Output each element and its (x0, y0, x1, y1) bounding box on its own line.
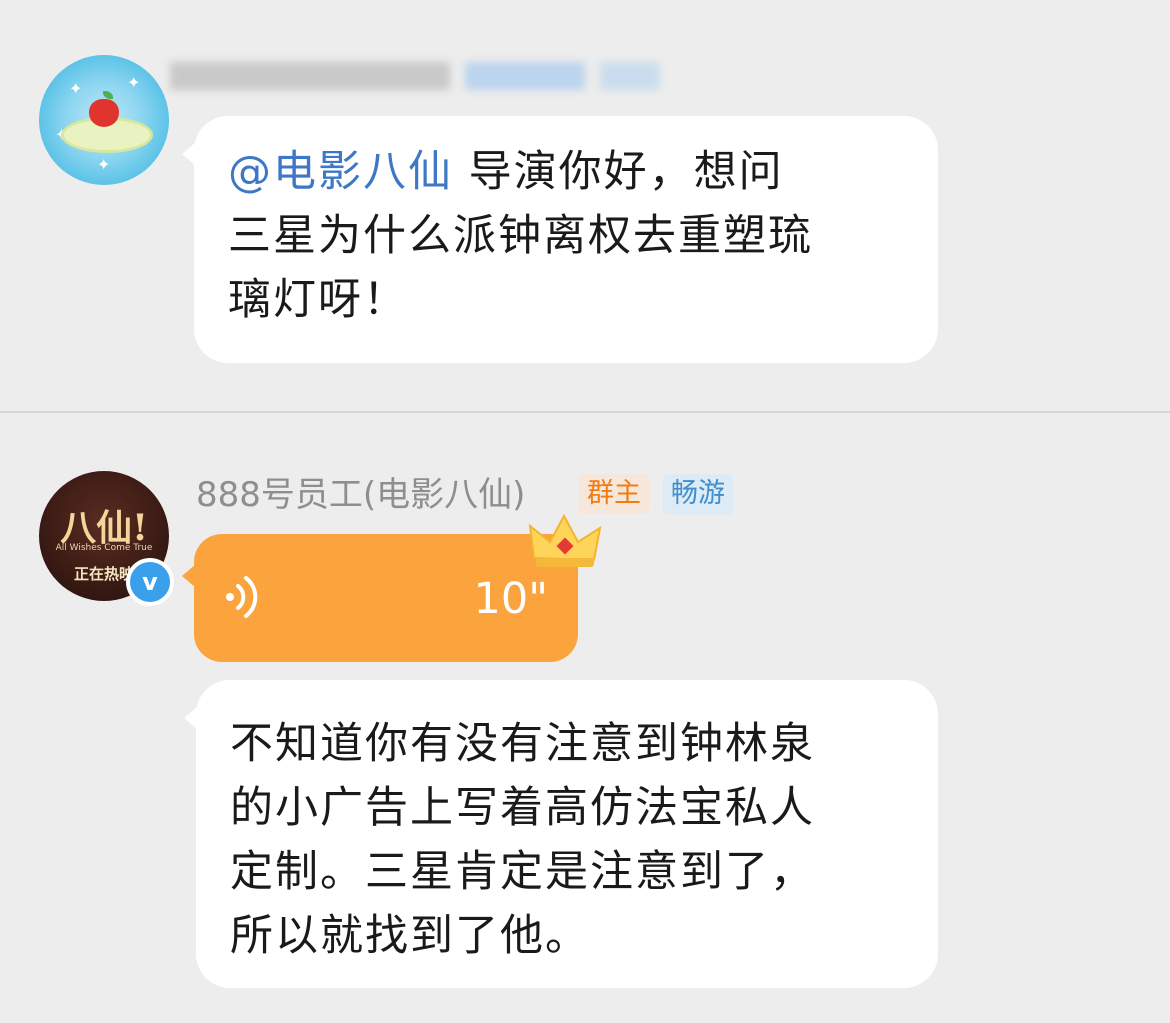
message-text-line: @电影八仙 导演你好，想问 (228, 140, 904, 204)
mention-link[interactable]: @电影八仙 (228, 147, 453, 197)
reply-text-line: 不知道你有没有注意到钟林泉 (230, 719, 815, 769)
user-avatar[interactable]: ✦ ✦ ✦ ✦ ✦ (39, 55, 169, 185)
message-text: 导演你好，想问 (453, 147, 784, 197)
reply-text-line: 的小广告上写着高仿法宝私人 (230, 783, 815, 833)
leaf-graphic (103, 91, 113, 99)
message-bubble[interactable]: @电影八仙 导演你好，想问 三星为什么派钟离权去重塑琉 璃灯呀！ (182, 116, 938, 363)
divider (0, 411, 1170, 413)
blurred-sender-name (170, 56, 670, 94)
owner-badge: 群主 (579, 474, 649, 514)
voice-wave-icon (224, 574, 264, 630)
reply-text-line: 所以就找到了他。 (230, 911, 590, 961)
reply-text-line: 定制。三星肯定是注意到了， (230, 847, 815, 897)
tag-badge: 畅游 (663, 474, 733, 514)
star-icon: ✦ (97, 155, 111, 174)
voice-message-button[interactable]: 10" (182, 534, 578, 662)
star-icon: ✦ (127, 73, 141, 92)
avatar-subtitle: All Wishes Come True (55, 543, 153, 553)
sender-name[interactable]: 888号员工(电影八仙) (196, 472, 525, 518)
apple-graphic (89, 99, 119, 127)
verified-v-icon: v (126, 558, 174, 606)
message-text-line: 三星为什么派钟离权去重塑琉 (228, 211, 813, 261)
message-text-line: 璃灯呀！ (228, 275, 408, 325)
crown-icon (528, 513, 602, 567)
voice-duration: 10" (473, 574, 549, 624)
reply-bubble[interactable]: 不知道你有没有注意到钟林泉 的小广告上写着高仿法宝私人 定制。三星肯定是注意到了… (184, 680, 938, 988)
star-icon: ✦ (69, 79, 83, 98)
